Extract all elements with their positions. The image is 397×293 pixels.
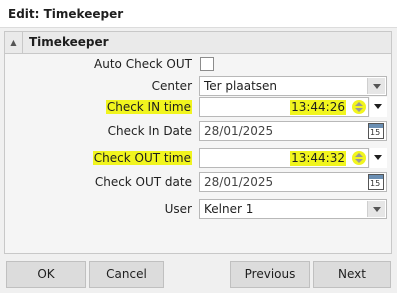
spinner-icon[interactable] (352, 100, 366, 114)
chevron-down-icon[interactable] (367, 78, 385, 94)
check-out-time-label-text: Check OUT time (92, 151, 192, 165)
title-bar: Edit: Timekeeper (0, 0, 397, 28)
check-out-date-input[interactable]: 28/01/2025 15 (199, 172, 387, 192)
check-in-time-label: Check IN time (105, 98, 192, 116)
previous-button[interactable]: Previous (230, 261, 310, 288)
cancel-button[interactable]: Cancel (89, 261, 164, 288)
check-in-time-value: 13:44:26 (290, 100, 346, 115)
check-out-time-label: Check OUT time (92, 149, 192, 167)
next-button[interactable]: Next (313, 261, 391, 288)
check-out-time-value: 13:44:32 (290, 151, 346, 166)
check-out-time-dropdown-icon[interactable] (370, 148, 387, 168)
check-in-date-input[interactable]: 28/01/2025 15 (199, 121, 387, 141)
check-out-date-value: 28/01/2025 (204, 175, 274, 189)
calendar-icon[interactable]: 15 (368, 174, 384, 190)
check-out-date-label: Check OUT date (94, 175, 192, 189)
center-value: Ter plaatsen (204, 79, 278, 93)
center-select[interactable]: Ter plaatsen (199, 76, 387, 96)
check-in-time-dropdown-icon[interactable] (370, 97, 387, 117)
check-in-date-value: 28/01/2025 (204, 124, 274, 138)
center-label: Center (151, 79, 192, 93)
user-select[interactable]: Kelner 1 (199, 199, 387, 219)
user-label: User (164, 202, 192, 216)
user-value: Kelner 1 (204, 202, 254, 216)
section-title: Timekeeper (29, 35, 109, 49)
chevron-down-icon[interactable] (367, 201, 385, 217)
auto-check-out-checkbox[interactable] (200, 57, 214, 71)
auto-check-out-label: Auto Check OUT (94, 57, 192, 71)
calendar-icon[interactable]: 15 (368, 123, 384, 139)
ok-button[interactable]: OK (6, 261, 86, 288)
collapse-icon[interactable]: ▲ (5, 32, 23, 54)
check-in-date-label: Check In Date (107, 124, 192, 138)
spinner-icon[interactable] (352, 151, 366, 165)
check-out-time-input[interactable]: 13:44:32 (199, 148, 369, 168)
window-title: Edit: Timekeeper (8, 7, 124, 21)
check-in-time-label-text: Check IN time (105, 100, 192, 114)
check-in-time-input[interactable]: 13:44:26 (199, 97, 369, 117)
form-panel (4, 31, 392, 254)
